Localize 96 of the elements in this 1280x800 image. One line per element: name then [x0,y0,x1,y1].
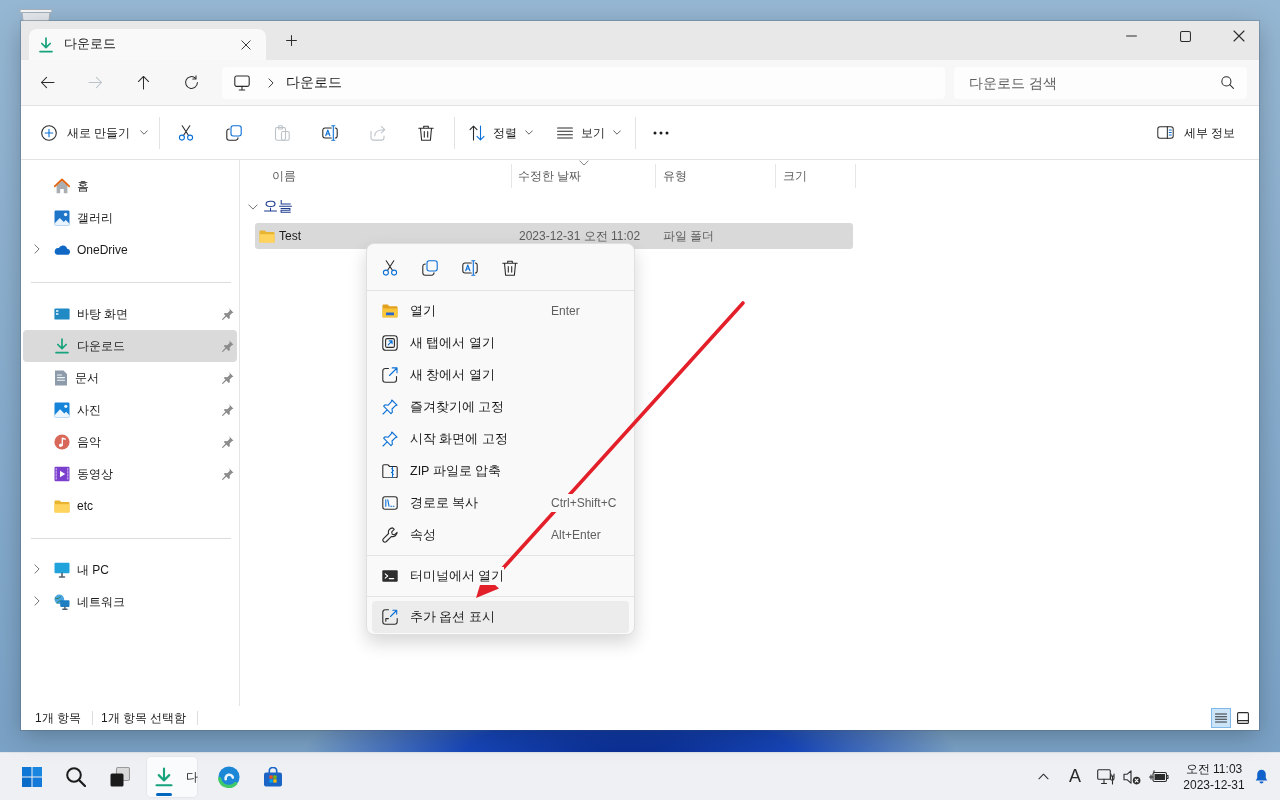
new-window-icon [382,367,398,383]
folder-icon [382,304,398,318]
computer-icon [54,562,70,578]
network-icon[interactable] [1097,768,1115,785]
sidebar-item[interactable]: OneDrive [23,234,237,266]
chevron-right-icon [268,77,274,88]
picture-icon [54,210,70,226]
zip-folder-icon [382,464,398,478]
notification-bell-icon[interactable] [1255,769,1268,784]
plus-circle-icon [41,124,57,141]
task-view-icon [110,766,130,787]
copy-icon [422,260,438,276]
folder-icon [54,499,70,513]
cloud-icon [54,245,70,255]
sidebar-item[interactable]: 홈 [23,170,237,202]
close-icon [1233,30,1245,42]
search-icon [1221,75,1234,89]
trash-icon [502,260,518,276]
scissors-icon [382,260,398,276]
home-icon [54,178,70,194]
pin-icon [382,431,398,447]
more-icon [653,130,669,135]
sidebar-item[interactable]: 다운로드 [23,330,237,362]
shopping-bag-icon [263,766,283,787]
recycle-bin-icon[interactable] [19,9,53,21]
battery-icon[interactable] [1149,769,1169,784]
clock-date[interactable]: 2023-12-31 [1183,776,1245,793]
sidebar-item[interactable]: etc [23,490,237,522]
folder-icon [259,229,275,243]
sort-button[interactable]: 정렬 [462,116,538,149]
new-tab-icon [382,335,398,351]
file-name: Test [279,228,301,245]
windows-logo-icon [22,766,42,787]
sidebar-item[interactable]: 사진 [23,394,237,426]
sidebar-item[interactable]: 동영상 [23,458,237,490]
column-header[interactable]: 크기 [776,164,856,188]
sidebar-item[interactable]: 네트워크 [23,586,237,618]
details-view-button[interactable] [1211,708,1231,728]
details-pane-button[interactable]: 세부 정보 [1148,116,1240,149]
file-type: 파일 폴더 [663,228,715,245]
input-indicator[interactable]: A [1061,758,1089,795]
group-header[interactable]: 오늘 [248,196,293,218]
clock-time[interactable]: 오전 11:03 [1185,760,1243,777]
maximize-icon [1179,30,1191,42]
desktop-icon [54,308,70,320]
pin-icon [382,399,398,415]
download-icon [154,766,174,787]
new-button[interactable]: 새로 만들기 [33,116,153,149]
search-icon [66,766,86,787]
close-icon [241,39,251,50]
search-field[interactable]: 다운로드 검색 [954,66,1247,99]
lines-icon [557,126,573,139]
box-arrow-icon [382,609,398,625]
file-row[interactable]: Test 2023-12-31 오전 11:02 파일 폴더 [255,223,853,249]
plus-icon [285,34,297,46]
sort-arrows-icon [469,124,485,141]
column-header[interactable]: 이름 [240,164,512,188]
chevron-down-icon [525,130,533,135]
rename-icon [462,260,478,276]
speaker-muted-icon[interactable] [1123,768,1141,785]
sidebar-item[interactable]: 내 PC [23,554,237,586]
download-icon [54,338,70,354]
document-icon [54,370,68,386]
sidebar-item[interactable]: 갤러리 [23,202,237,234]
browser-icon [218,765,240,788]
modified-date: 2023-12-31 오전 11:02 [519,228,641,245]
column-header[interactable]: 유형 [656,164,776,188]
video-icon [54,466,70,482]
chevron-up-icon [1037,773,1049,780]
active-indicator-icon [156,792,172,796]
item-count: 1개 항목 [35,710,81,727]
sidebar-item[interactable]: 음악 [23,426,237,458]
music-note-icon [54,434,70,450]
sidebar-item[interactable]: 바탕 화면 [23,298,237,330]
view-button[interactable]: 보기 [550,116,626,149]
path-icon [382,496,398,510]
breadcrumb[interactable]: 다운로드 [282,70,346,95]
address-bar[interactable]: 다운로드 [222,66,945,99]
tab[interactable]: 다운로드 [29,29,266,60]
chevron-down-icon [613,130,621,135]
list-view-icon [1215,713,1227,723]
wrench-icon [382,527,398,543]
chevron-down-icon [140,130,149,135]
sidebar-item[interactable]: 문서 [23,362,237,394]
menu-item[interactable]: 추가 옵션 표시 [372,601,629,633]
computer-icon [234,74,250,91]
panel-icon [1157,126,1174,139]
terminal-icon [382,570,398,582]
selection-count: 1개 항목 선택함 [101,710,187,727]
file-explorer-button[interactable]: 다 [147,756,197,797]
network-icon [54,594,70,610]
picture-icon [54,402,70,418]
column-header[interactable]: 수정한 날짜 [512,164,656,188]
download-icon [38,36,54,53]
minimize-icon [1125,35,1137,37]
tile-view-icon [1237,712,1249,724]
